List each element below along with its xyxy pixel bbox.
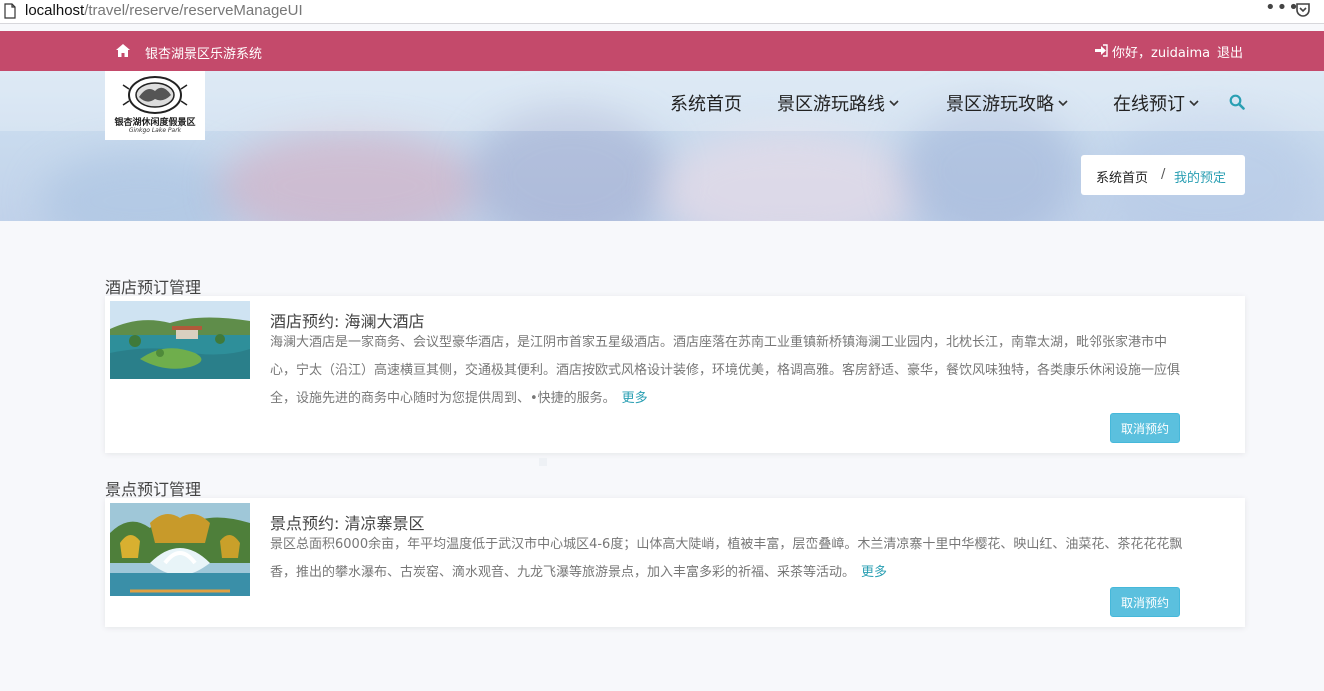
breadcrumb-home-link[interactable]: 系统首页 [1096, 167, 1148, 186]
logo-emblem-icon [122, 76, 188, 114]
scenic-description: 景区总面积6000余亩，年平均温度低于武汉市中心城区4-6度；山体高大陡峭，植被… [270, 531, 1185, 587]
breadcrumb-current: 我的预定 [1174, 171, 1227, 186]
pocket-icon[interactable] [1295, 2, 1311, 18]
home-icon[interactable] [116, 44, 130, 57]
nav-booking[interactable]: 在线预订 [1113, 90, 1199, 116]
nav-guides[interactable]: 景区游玩攻略 [946, 90, 1068, 116]
browser-url-bar[interactable]: localhost/travel/reserve/reserveManageUI… [0, 0, 1324, 24]
hotel-thumbnail[interactable] [110, 301, 250, 379]
hotel-section-heading: 酒店预订管理 [105, 278, 202, 297]
hotel-more-link[interactable]: 更多 [622, 391, 648, 406]
hotel-description: 海澜大酒店是一家商务、会议型豪华酒店，是江阴市首家五星级酒店。酒店座落在苏南工业… [270, 329, 1185, 413]
scenic-section-heading: 景点预订管理 [105, 480, 202, 499]
scenic-reservation-card: 景点预约: 清凉寨景区 景区总面积6000余亩，年平均温度低于武汉市中心城区4-… [105, 498, 1245, 627]
scenic-thumbnail[interactable] [110, 503, 250, 596]
scenic-cancel-reservation-button[interactable]: 取消预约 [1110, 587, 1180, 617]
site-name[interactable]: 银杏湖景区乐游系统 [145, 43, 262, 62]
scenic-description-text: 景区总面积6000余亩，年平均温度低于武汉市中心城区4-6度；山体高大陡峭，植被… [270, 537, 1183, 580]
search-icon[interactable] [1229, 94, 1245, 110]
nav-routes[interactable]: 景区游玩路线 [777, 90, 899, 116]
scenic-more-link[interactable]: 更多 [861, 565, 887, 580]
breadcrumb-separator: / [1161, 167, 1166, 182]
chevron-down-icon [889, 100, 899, 107]
page-icon [4, 3, 16, 19]
nav-routes-label: 景区游玩路线 [777, 94, 885, 115]
hotel-description-text: 海澜大酒店是一家商务、会议型豪华酒店，是江阴市首家五星级酒店。酒店座落在苏南工业… [270, 335, 1181, 406]
hero-banner: 银杏湖休闲度假景区 Ginkgo Lake Park 系统首页 景区游玩路线 景… [0, 71, 1324, 221]
chevron-down-icon [1058, 100, 1068, 107]
nav-home-label: 系统首页 [670, 94, 742, 115]
hotel-reservation-card: 酒店预约: 海澜大酒店 海澜大酒店是一家商务、会议型豪华酒店，是江阴市首家五星级… [105, 296, 1245, 453]
url-text[interactable]: localhost/travel/reserve/reserveManageUI [25, 2, 303, 19]
divider-dot [539, 458, 547, 466]
sign-in-icon [1095, 44, 1108, 57]
logo-subtext: Ginkgo Lake Park [128, 127, 182, 134]
breadcrumb: 系统首页 / 我的预定 [1081, 155, 1245, 195]
top-bar: 银杏湖景区乐游系统 你好，zuidaima 退出 [0, 31, 1324, 71]
nav-booking-label: 在线预订 [1113, 94, 1185, 115]
logout-link[interactable]: 退出 [1217, 42, 1243, 61]
hotel-cancel-reservation-button[interactable]: 取消预约 [1110, 413, 1180, 443]
user-greeting: 你好，zuidaima [1112, 46, 1211, 61]
site-logo[interactable]: 银杏湖休闲度假景区 Ginkgo Lake Park [105, 71, 205, 140]
nav-guides-label: 景区游玩攻略 [946, 94, 1054, 115]
nav-home[interactable]: 系统首页 [670, 90, 742, 116]
chevron-down-icon [1189, 100, 1199, 107]
